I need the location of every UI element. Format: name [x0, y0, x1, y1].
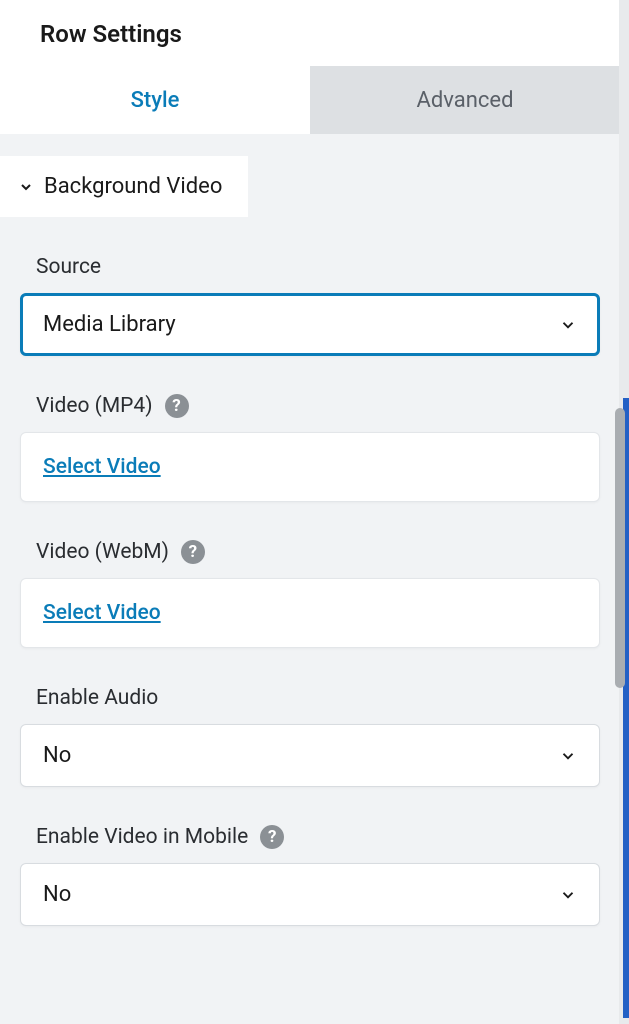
tabs: Style Advanced: [0, 66, 620, 134]
panel-header: Row Settings: [0, 0, 620, 66]
page-title: Row Settings: [40, 20, 620, 48]
video-mp4-box: Select Video: [20, 432, 600, 502]
select-source[interactable]: Media Library: [20, 293, 600, 356]
chevron-down-icon: [559, 316, 577, 334]
field-source: Source Media Library: [20, 255, 600, 356]
field-enable-video-mobile: Enable Video in Mobile ? No: [20, 825, 600, 926]
field-video-mp4: Video (MP4) ? Select Video: [20, 394, 600, 502]
field-enable-audio: Enable Audio No: [20, 686, 600, 787]
select-enable-video-mobile-value: No: [43, 882, 71, 907]
help-icon[interactable]: ?: [181, 540, 205, 564]
label-enable-video-mobile: Enable Video in Mobile ?: [20, 825, 600, 849]
tab-style[interactable]: Style: [0, 66, 310, 134]
select-enable-video-mobile[interactable]: No: [20, 863, 600, 926]
select-video-mp4-link[interactable]: Select Video: [43, 455, 161, 479]
chevron-down-icon: [559, 747, 577, 765]
label-enable-audio: Enable Audio: [20, 686, 600, 710]
select-enable-audio-value: No: [43, 743, 71, 768]
scrollbar[interactable]: [615, 408, 625, 688]
chevron-down-icon: [559, 886, 577, 904]
select-enable-audio[interactable]: No: [20, 724, 600, 787]
field-video-webm: Video (WebM) ? Select Video: [20, 540, 600, 648]
select-video-webm-link[interactable]: Select Video: [43, 601, 161, 625]
help-icon[interactable]: ?: [165, 394, 189, 418]
section-header[interactable]: Background Video: [0, 156, 248, 217]
help-icon[interactable]: ?: [260, 825, 284, 849]
tab-advanced[interactable]: Advanced: [310, 66, 620, 134]
section-title: Background Video: [44, 174, 222, 199]
label-video-webm: Video (WebM) ?: [20, 540, 600, 564]
video-webm-box: Select Video: [20, 578, 600, 648]
label-source: Source: [20, 255, 600, 279]
select-source-value: Media Library: [43, 312, 176, 337]
chevron-down-icon: [18, 179, 34, 195]
label-video-mp4: Video (MP4) ?: [20, 394, 600, 418]
